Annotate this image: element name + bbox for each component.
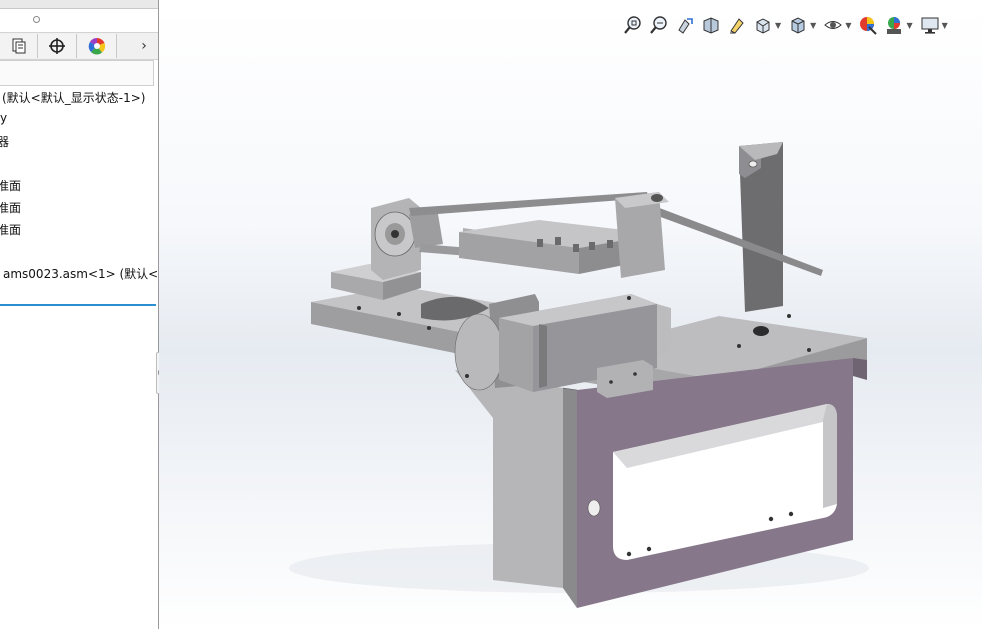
display-manager-icon [88,37,106,55]
tree-item-subassembly[interactable]: ams0023.asm<1> (默认<默 [3,265,158,282]
feature-manager-panel: › (默认<默认_显示状态-1>) y 器 准面 准面 准面 ams0023.a… [0,0,159,629]
tree-item-top-plane[interactable]: 准面 [0,199,21,216]
panel-selection-underline [0,304,156,306]
tab-dimxpert-manager[interactable] [38,34,77,58]
right-upright-bracket[interactable] [615,192,669,278]
dimxpert-icon [49,38,65,54]
tree-item-history[interactable]: y [0,111,7,125]
tree-item-front-plane[interactable]: 准面 [0,177,21,194]
panel-top-strip [0,0,158,9]
panel-splitter-handle[interactable] [33,16,40,23]
tab-configuration-manager[interactable] [0,34,38,58]
chevron-right-icon: › [141,38,147,54]
tree-item-right-plane[interactable]: 准面 [0,221,21,238]
tree-item-sensors[interactable]: 器 [0,133,9,150]
tree-item-configuration[interactable]: (默认<默认_显示状态-1>) [2,89,145,106]
feature-manager-tab-bar: › [0,32,158,60]
configuration-manager-icon [12,38,25,54]
feature-tree-filter-input[interactable] [0,60,154,86]
graphics-area[interactable]: ▼ ▼ ▼ ▼ ▼ [159,8,982,629]
more-tabs-button[interactable]: › [132,34,156,58]
cad-assembly-model[interactable] [159,8,982,629]
tab-display-manager[interactable] [78,34,117,58]
vertical-support-column[interactable] [739,142,783,312]
